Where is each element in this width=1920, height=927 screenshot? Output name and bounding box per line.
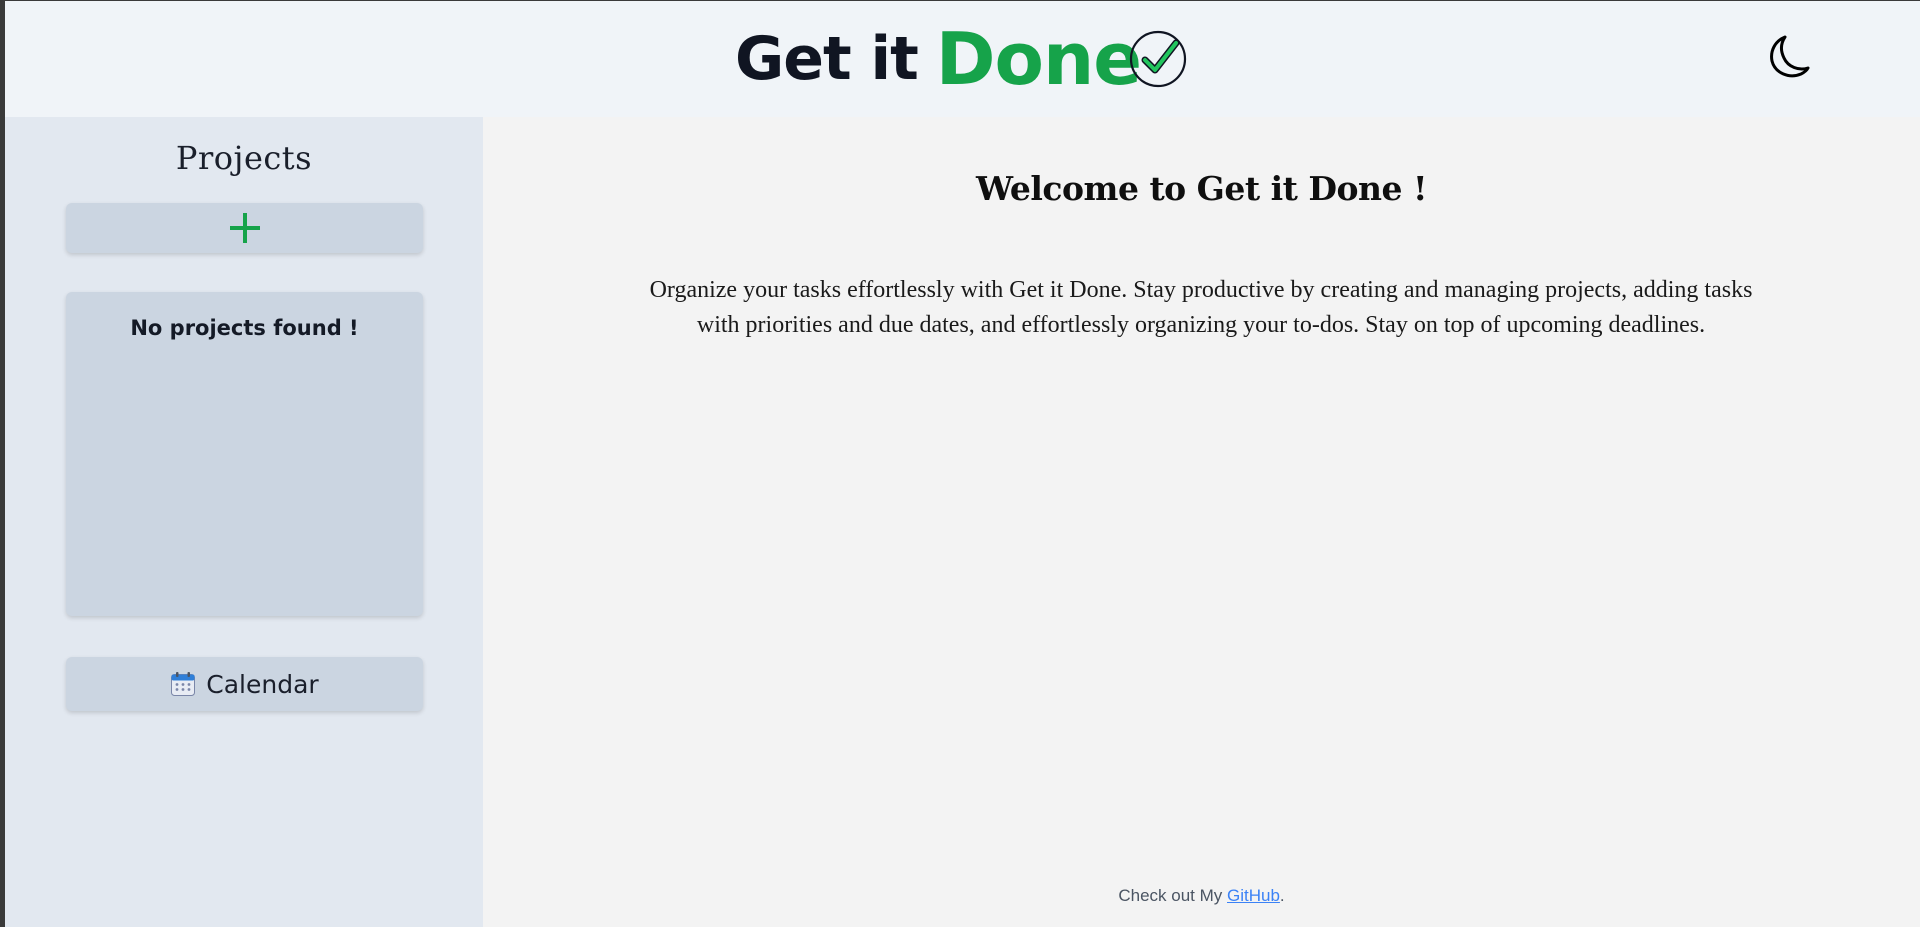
sidebar: Projects No projects found ! Calendar: [5, 117, 483, 927]
check-circle-icon: [1129, 30, 1187, 88]
plus-icon: [230, 213, 260, 243]
footer-prefix: Check out My: [1118, 886, 1227, 905]
brand-text-done: Done: [935, 17, 1142, 101]
footer: Check out My GitHub.: [483, 886, 1920, 906]
calendar-button[interactable]: Calendar: [66, 657, 423, 711]
add-project-button[interactable]: [66, 203, 423, 253]
welcome-description: Organize your tasks effortlessly with Ge…: [649, 277, 1753, 338]
footer-suffix: .: [1279, 886, 1285, 905]
welcome-heading: Welcome to Get it Done !: [976, 169, 1427, 208]
empty-projects-message: No projects found !: [130, 316, 359, 340]
moon-icon[interactable]: [1765, 34, 1811, 80]
calendar-icon: [171, 672, 196, 696]
app-header: Get it Done: [5, 1, 1920, 117]
brand-text-get-it: Get it: [735, 24, 919, 94]
app-window: Get it Done Projects No projects found !: [5, 1, 1920, 927]
calendar-label: Calendar: [206, 669, 319, 699]
github-link[interactable]: GitHub: [1227, 886, 1280, 905]
projects-heading: Projects: [175, 139, 313, 177]
brand-logo: Get it Done: [735, 17, 1142, 101]
projects-list: No projects found !: [66, 292, 423, 616]
main-content: Welcome to Get it Done ! Organize your t…: [483, 117, 1920, 927]
